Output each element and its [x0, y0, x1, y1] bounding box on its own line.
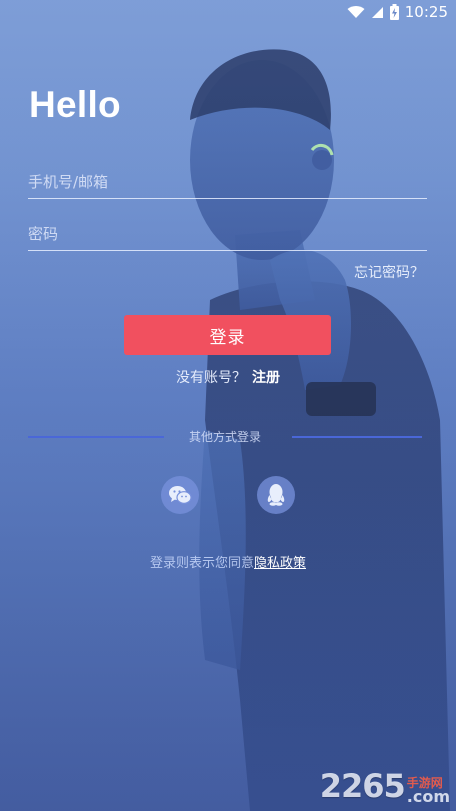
watermark-number: 2265 — [319, 767, 406, 805]
status-bar: 10:25 — [0, 0, 456, 24]
status-time: 10:25 — [404, 3, 448, 21]
account-field — [28, 166, 427, 199]
register-prompt: 没有账号？ — [176, 370, 246, 386]
watermark-com: .com — [406, 787, 450, 806]
other-login-divider: 其他方式登录 — [28, 428, 422, 446]
register-link[interactable]: 注册 — [252, 370, 280, 386]
login-button[interactable]: 登录 — [124, 315, 331, 355]
password-field — [28, 218, 427, 251]
privacy-prefix: 登录则表示您同意 — [149, 556, 254, 571]
forgot-password-link[interactable]: 忘记密码？ — [354, 262, 424, 282]
register-row: 没有账号？ 注册 — [0, 367, 456, 387]
divider-line-right — [292, 436, 422, 438]
privacy-policy-link[interactable]: 隐私政策 — [254, 556, 306, 571]
privacy-notice: 登录则表示您同意隐私政策 — [0, 552, 456, 571]
wechat-icon — [169, 486, 192, 504]
signal-icon — [371, 5, 384, 19]
qq-icon — [267, 484, 285, 506]
qq-login-button[interactable] — [257, 476, 295, 514]
battery-charging-icon — [389, 4, 399, 20]
hello-title: Hello — [29, 84, 121, 125]
login-screen: 10:25 Hello 忘记密码？ 登录 没有账号？ 注册 其他方式登录 — [0, 0, 456, 811]
wechat-login-button[interactable] — [161, 476, 199, 514]
account-input[interactable] — [28, 166, 427, 198]
wifi-icon — [347, 5, 365, 19]
watermark-logo: 2265 手游网 .com — [320, 767, 450, 805]
password-input[interactable] — [28, 218, 427, 250]
